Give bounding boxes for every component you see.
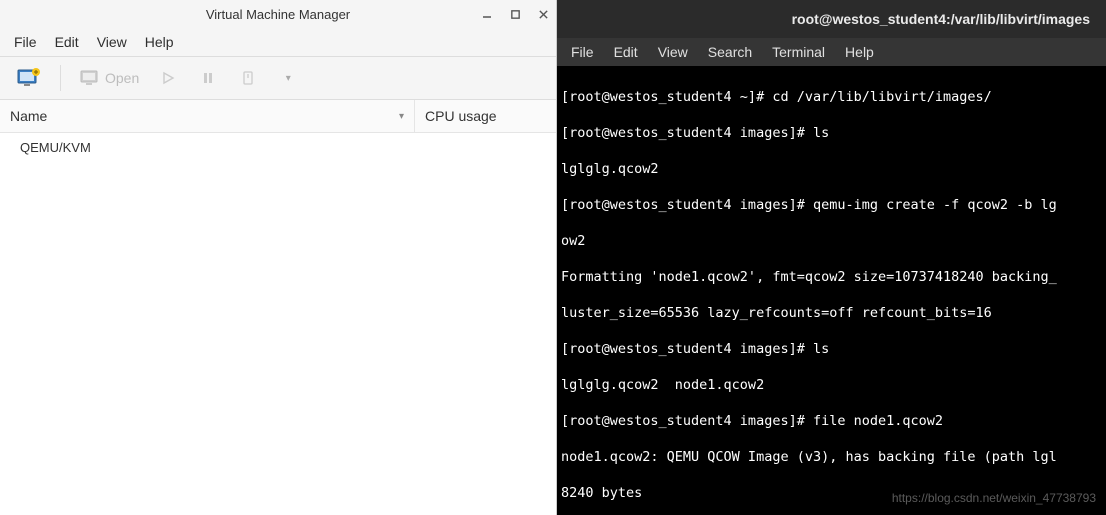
terminal-line: [root@westos_student4 images]# qemu-img … (561, 196, 1102, 214)
terminal-menubar: File Edit View Search Terminal Help (557, 38, 1106, 66)
column-header-name[interactable]: Name ▾ (0, 100, 415, 132)
terminal-line: [root@westos_student4 images]# file node… (561, 412, 1102, 430)
menu-help[interactable]: Help (145, 34, 174, 50)
column-name-label: Name (10, 108, 47, 124)
sort-arrow-icon: ▾ (399, 111, 404, 122)
terminal-window: root@westos_student4:/var/lib/libvirt/im… (557, 0, 1106, 515)
column-header-cpu[interactable]: CPU usage (415, 100, 556, 132)
term-menu-file[interactable]: File (571, 44, 594, 60)
vmm-titlebar: Virtual Machine Manager (0, 0, 556, 28)
vmm-column-headers: Name ▾ CPU usage (0, 100, 556, 133)
terminal-titlebar: root@westos_student4:/var/lib/libvirt/im… (557, 0, 1106, 38)
vmm-window: Virtual Machine Manager File Edit View H… (0, 0, 557, 515)
terminal-line: node1.qcow2: QEMU QCOW Image (v3), has b… (561, 448, 1102, 466)
term-menu-terminal[interactable]: Terminal (772, 44, 825, 60)
toolbar-divider (60, 65, 61, 91)
terminal-line: [root@westos_student4 images]# ls (561, 340, 1102, 358)
terminal-line: [root@westos_student4 images]# ls (561, 124, 1102, 142)
term-menu-view[interactable]: View (658, 44, 688, 60)
open-label: Open (105, 70, 139, 86)
open-button[interactable]: Open (75, 63, 143, 93)
term-menu-help[interactable]: Help (845, 44, 874, 60)
shutdown-dropdown[interactable]: ▾ (273, 63, 303, 93)
terminal-line: ow2 (561, 232, 1102, 250)
connection-name: QEMU/KVM (20, 140, 91, 155)
terminal-line: Formatting 'node1.qcow2', fmt=qcow2 size… (561, 268, 1102, 286)
vmm-list[interactable]: QEMU/KVM (0, 133, 556, 515)
column-cpu-label: CPU usage (425, 108, 497, 124)
minimize-button[interactable] (480, 7, 494, 21)
terminal-line: luster_size=65536 lazy_refcounts=off ref… (561, 304, 1102, 322)
terminal-line: [root@westos_student4 ~]# cd /var/lib/li… (561, 88, 1102, 106)
menu-edit[interactable]: Edit (55, 34, 79, 50)
vmm-toolbar: Open ▾ (0, 57, 556, 100)
window-controls (480, 7, 550, 21)
terminal-title: root@westos_student4:/var/lib/libvirt/im… (792, 11, 1090, 27)
shutdown-button[interactable] (233, 63, 263, 93)
terminal-line: lglglg.qcow2 (561, 160, 1102, 178)
watermark: https://blog.csdn.net/weixin_47738793 (892, 489, 1096, 507)
terminal-line: lglglg.qcow2 node1.qcow2 (561, 376, 1102, 394)
pause-button[interactable] (193, 63, 223, 93)
close-button[interactable] (536, 7, 550, 21)
term-menu-edit[interactable]: Edit (614, 44, 638, 60)
term-menu-search[interactable]: Search (708, 44, 752, 60)
menu-view[interactable]: View (97, 34, 127, 50)
menu-file[interactable]: File (14, 34, 37, 50)
run-button[interactable] (153, 63, 183, 93)
list-item[interactable]: QEMU/KVM (0, 133, 556, 162)
new-vm-button[interactable] (12, 63, 46, 93)
maximize-button[interactable] (508, 7, 522, 21)
vmm-menubar: File Edit View Help (0, 28, 556, 57)
terminal-body[interactable]: [root@westos_student4 ~]# cd /var/lib/li… (557, 66, 1106, 515)
vmm-title: Virtual Machine Manager (206, 7, 350, 22)
